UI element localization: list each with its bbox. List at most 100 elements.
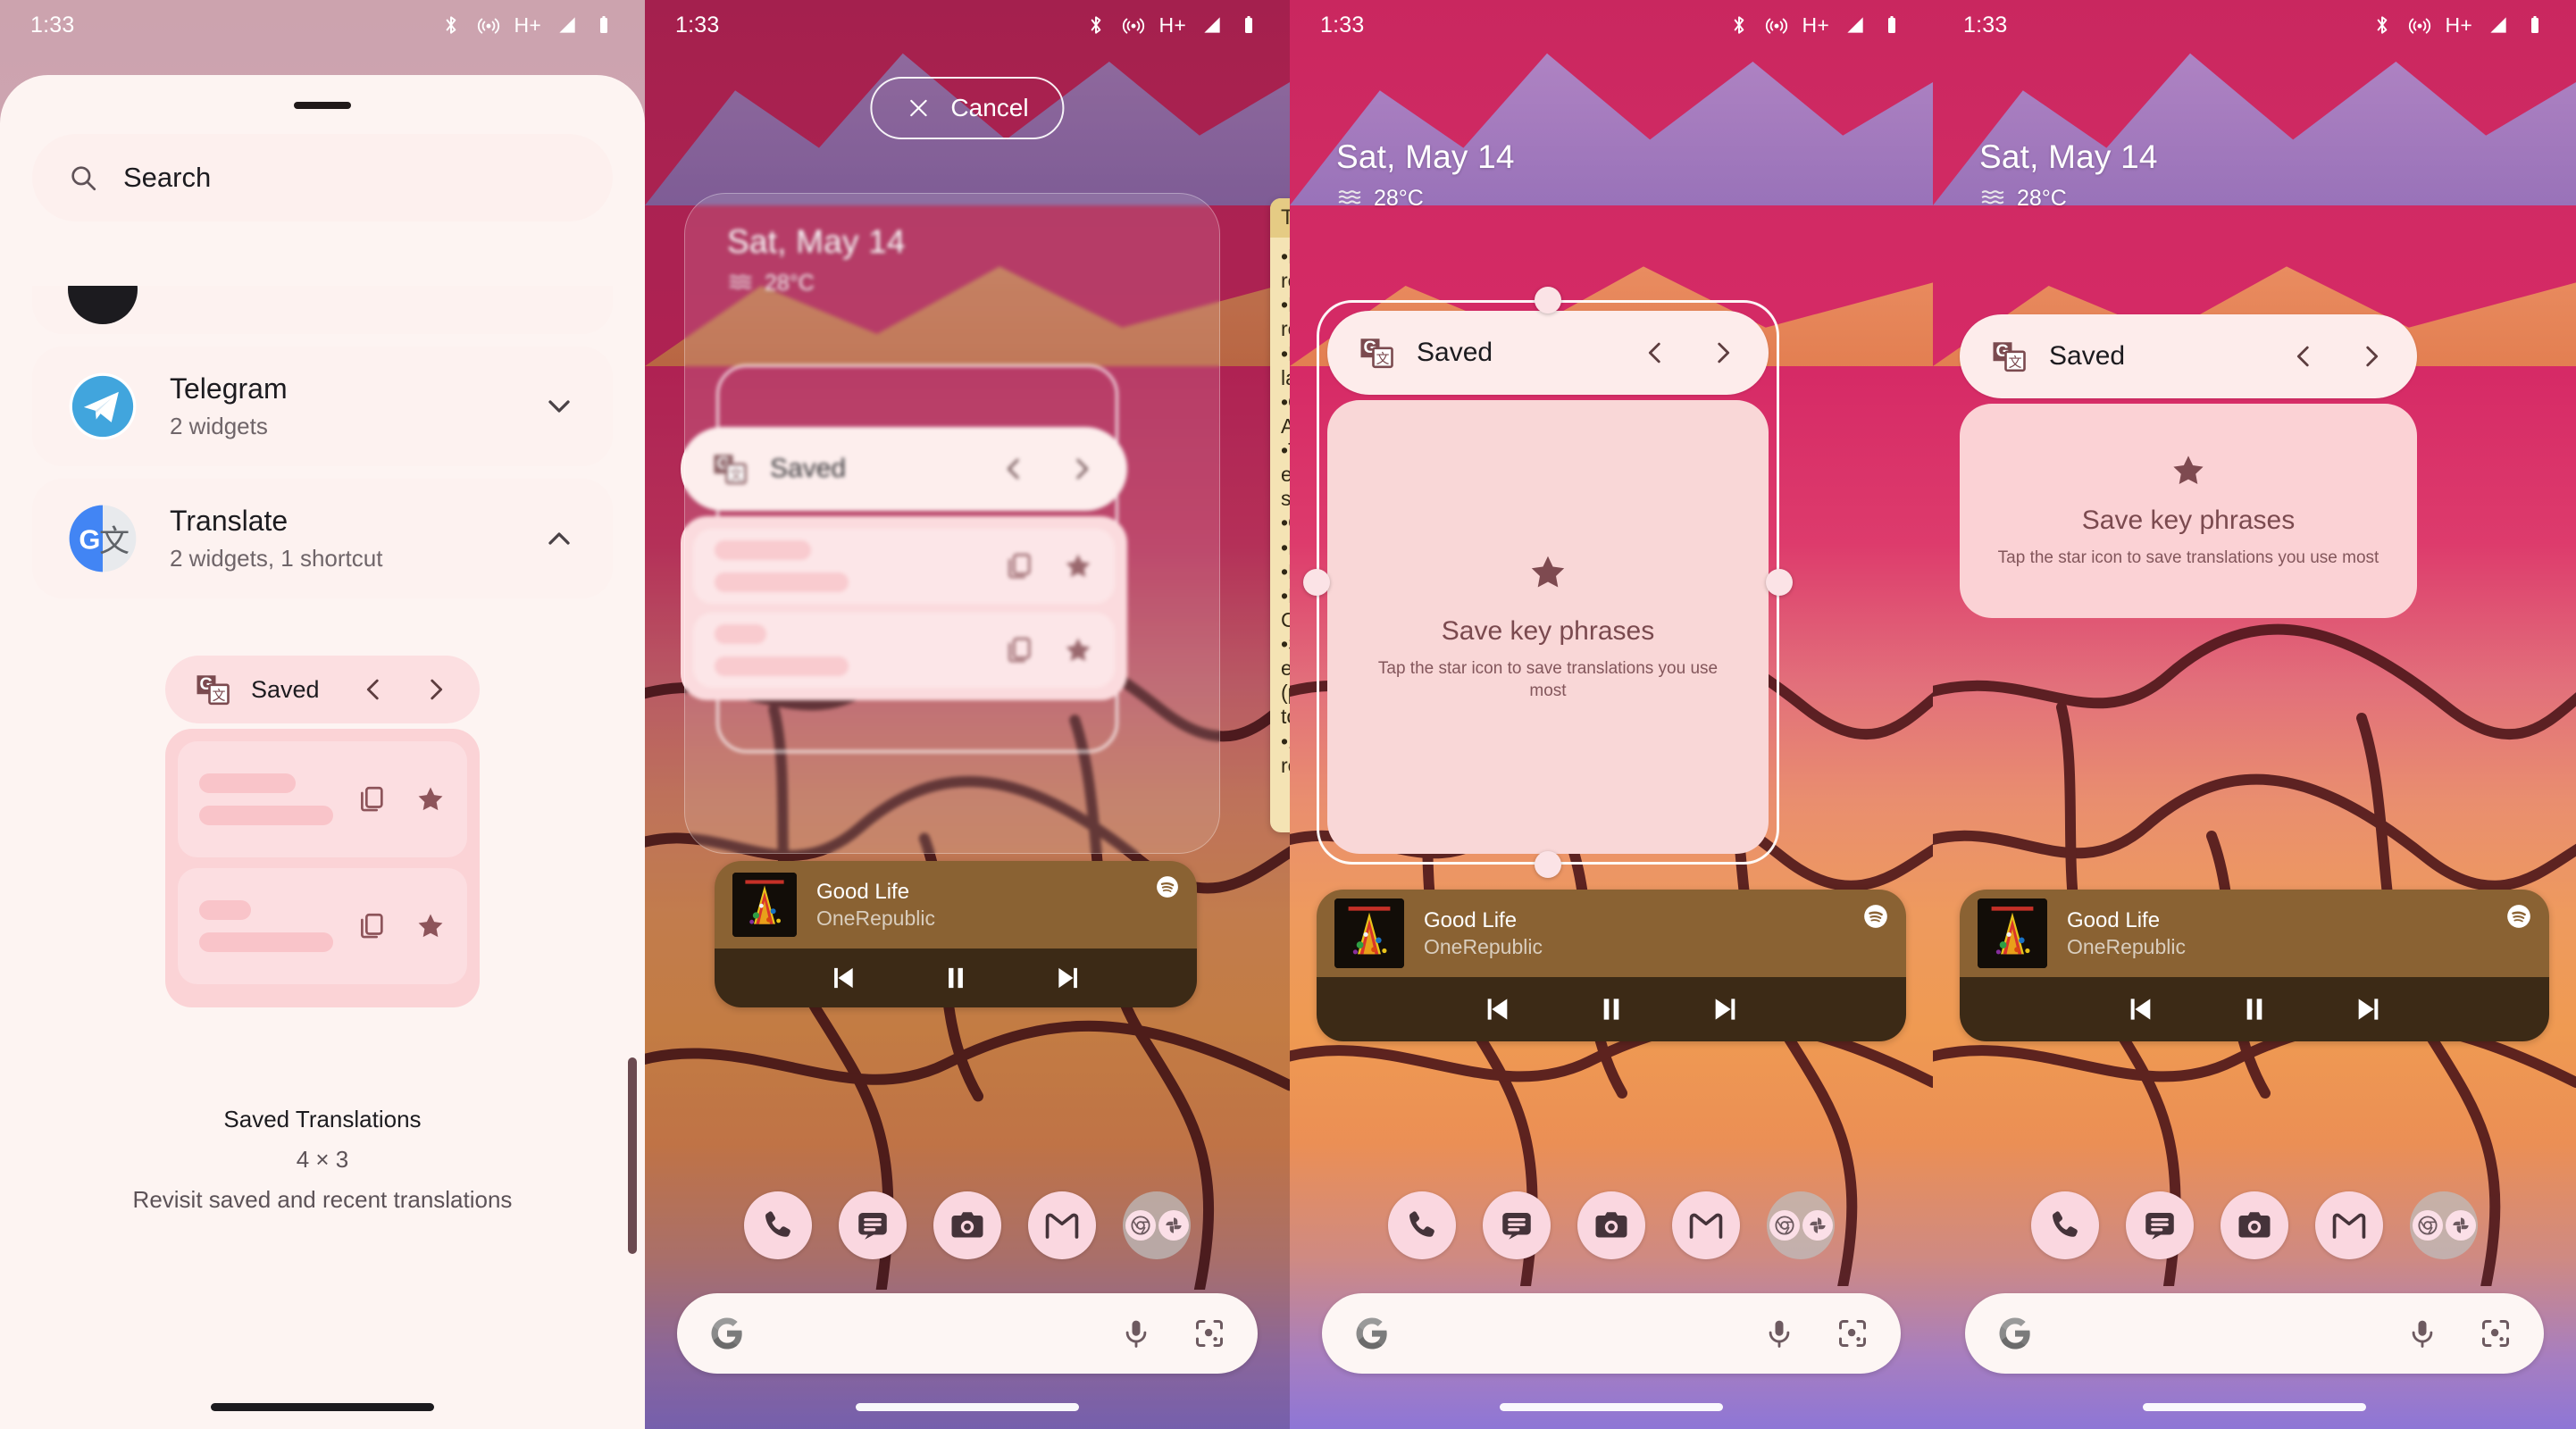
temperature-text: 28°C	[1374, 185, 1424, 211]
dock-item-phone[interactable]	[744, 1191, 812, 1259]
dock-item-messages[interactable]	[1483, 1191, 1551, 1259]
signal-icon	[2487, 13, 2510, 37]
nav-gesture-bar[interactable]	[211, 1403, 434, 1411]
signal-icon	[556, 13, 579, 37]
google-search-bar[interactable]	[1322, 1293, 1901, 1374]
widget-header: Saved	[1327, 311, 1769, 395]
phone-icon	[759, 1207, 797, 1244]
google-search-bar[interactable]	[1965, 1293, 2544, 1374]
google-search-bar[interactable]	[677, 1293, 1258, 1374]
dock-item-camera[interactable]	[1577, 1191, 1645, 1259]
chevron-down-icon[interactable]	[541, 389, 577, 424]
pause-icon[interactable]	[939, 961, 973, 995]
scrollbar[interactable]	[628, 1057, 637, 1254]
dock	[1933, 1191, 2576, 1259]
status-time: 1:33	[30, 12, 75, 38]
dock-item-gmail[interactable]	[2315, 1191, 2383, 1259]
google-lens-icon[interactable]	[2480, 1317, 2512, 1350]
app-row-partial[interactable]	[32, 286, 613, 334]
widget-size: 4 × 3	[296, 1146, 349, 1173]
nav-gesture-bar[interactable]	[1500, 1403, 1723, 1411]
drag-preview-card[interactable]	[684, 193, 1220, 854]
telegram-icon	[68, 372, 138, 441]
status-icons: H+	[1084, 13, 1259, 38]
music-widget[interactable]: Good Life OneRepublic	[715, 861, 1197, 1007]
next-track-icon[interactable]	[2353, 991, 2388, 1027]
previous-track-icon[interactable]	[2120, 991, 2156, 1027]
star-icon[interactable]	[415, 784, 446, 815]
dock-item-gmail[interactable]	[1028, 1191, 1096, 1259]
nav-gesture-bar[interactable]	[2143, 1403, 2366, 1411]
nav-gesture-bar[interactable]	[856, 1403, 1079, 1411]
previous-track-icon[interactable]	[824, 961, 858, 995]
microphone-icon[interactable]	[1120, 1317, 1152, 1350]
widget-preview-saved-translations[interactable]: Saved	[165, 656, 480, 1007]
chevron-left-icon[interactable]	[358, 674, 389, 705]
battery-icon	[2524, 14, 2546, 36]
chrome-icon	[1769, 1210, 1800, 1241]
resize-handle-top[interactable]	[1535, 287, 1561, 313]
music-controls[interactable]	[715, 948, 1197, 1007]
translate-widget[interactable]: Saved Save key phrases Tap the star icon…	[1960, 314, 2417, 618]
cancel-label: Cancel	[950, 94, 1029, 121]
music-widget[interactable]: Good Life OneRepublic	[1960, 890, 2549, 1041]
dock-item-folder[interactable]	[2410, 1191, 2478, 1259]
dock-item-messages[interactable]	[2126, 1191, 2194, 1259]
spotify-icon	[1863, 904, 1888, 929]
status-icons: H+	[439, 13, 615, 38]
dock-item-camera[interactable]	[933, 1191, 1001, 1259]
pause-icon[interactable]	[2237, 991, 2272, 1027]
google-lens-icon[interactable]	[1836, 1317, 1869, 1350]
widget-app-list[interactable]: Telegram 2 widgets Translate 2 widgets, …	[0, 286, 645, 1429]
status-time: 1:33	[675, 12, 720, 38]
music-controls[interactable]	[1317, 977, 1906, 1041]
chevron-right-icon[interactable]	[2356, 341, 2387, 372]
pause-icon[interactable]	[1593, 991, 1629, 1027]
app-row-translate[interactable]: Translate 2 widgets, 1 shortcut	[32, 479, 613, 598]
music-controls[interactable]	[1960, 977, 2549, 1041]
dock-item-folder[interactable]	[1123, 1191, 1191, 1259]
chevron-right-icon[interactable]	[1708, 338, 1738, 368]
date-weather-widget[interactable]: Sat, May 14 28°C	[1336, 138, 1515, 212]
dock-item-phone[interactable]	[1388, 1191, 1456, 1259]
chevron-left-icon[interactable]	[1640, 338, 1670, 368]
dock-item-folder[interactable]	[1767, 1191, 1835, 1259]
status-bar: 1:33 H+	[1290, 0, 1933, 50]
previous-track-icon[interactable]	[1477, 991, 1513, 1027]
hotspot-icon	[1122, 13, 1145, 37]
copy-icon[interactable]	[356, 911, 387, 941]
hotspot-icon	[2408, 13, 2431, 37]
chevron-right-icon[interactable]	[421, 674, 451, 705]
notes-widget[interactable]: To •Hurev•Ebrev•EClan•OnAir•Trearspe•Ca•…	[1270, 198, 1290, 832]
search-input[interactable]: Search	[32, 134, 613, 221]
resize-handle-right[interactable]	[1766, 569, 1793, 596]
resize-handle-bottom[interactable]	[1535, 851, 1561, 878]
date-weather-widget[interactable]: Sat, May 14 28°C	[1979, 138, 2158, 212]
google-lens-icon[interactable]	[1193, 1317, 1225, 1350]
next-track-icon[interactable]	[1710, 991, 1745, 1027]
app-row-telegram[interactable]: Telegram 2 widgets	[32, 347, 613, 466]
messages-icon	[854, 1207, 891, 1244]
microphone-icon[interactable]	[1763, 1317, 1795, 1350]
search-placeholder: Search	[123, 162, 212, 193]
music-widget[interactable]: Good Life OneRepublic	[1317, 890, 1906, 1041]
app-name: Telegram	[170, 372, 288, 405]
dock-item-phone[interactable]	[2031, 1191, 2099, 1259]
next-track-icon[interactable]	[1053, 961, 1087, 995]
resize-handle-left[interactable]	[1303, 569, 1330, 596]
copy-icon[interactable]	[356, 784, 387, 815]
chevron-left-icon[interactable]	[2288, 341, 2319, 372]
microphone-icon[interactable]	[2406, 1317, 2438, 1350]
star-icon[interactable]	[415, 911, 446, 941]
network-hplus-icon: H+	[1802, 13, 1829, 37]
cancel-button[interactable]: Cancel	[870, 77, 1065, 139]
music-info: Good Life OneRepublic	[1317, 890, 1906, 977]
dock-item-gmail[interactable]	[1672, 1191, 1740, 1259]
bluetooth-icon	[1727, 13, 1751, 37]
dock-item-messages[interactable]	[839, 1191, 907, 1259]
dock-item-camera[interactable]	[2221, 1191, 2288, 1259]
chevron-up-icon[interactable]	[541, 521, 577, 556]
translate-widget[interactable]: Saved Save key phrases Tap the star icon…	[1327, 311, 1769, 854]
spotify-icon	[1156, 875, 1179, 898]
sheet-drag-handle[interactable]	[294, 102, 351, 109]
